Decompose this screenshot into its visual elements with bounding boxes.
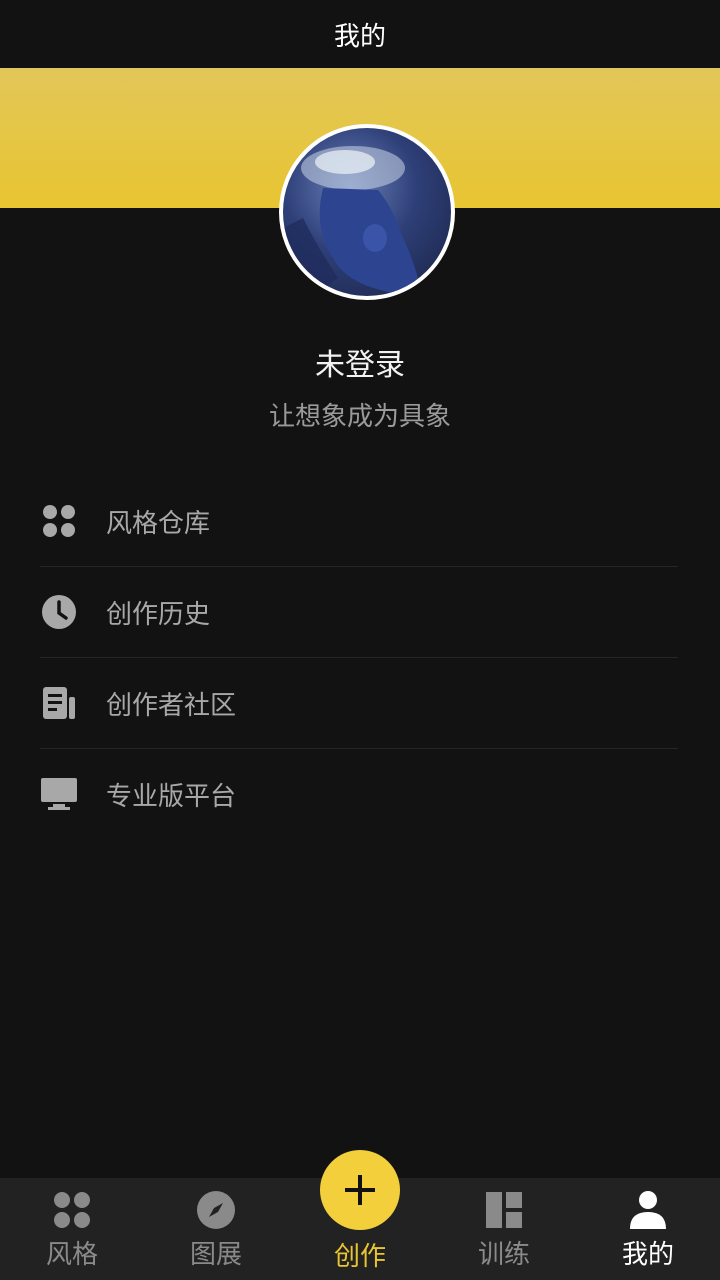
tab-label: 创作 bbox=[333, 1242, 386, 1272]
clock-icon bbox=[40, 593, 78, 631]
tab-label: 图展 bbox=[189, 1240, 242, 1270]
plus-icon bbox=[345, 1175, 375, 1205]
tab-label: 训练 bbox=[477, 1240, 530, 1270]
menu-item-label: 专业版平台 bbox=[106, 781, 237, 812]
grid-icon bbox=[53, 1188, 91, 1232]
menu-item-pro-platform[interactable]: 专业版平台 bbox=[40, 749, 678, 839]
menu-item-creation-history[interactable]: 创作历史 bbox=[40, 567, 678, 658]
menu-item-label: 创作者社区 bbox=[106, 690, 237, 721]
tab-label: 风格 bbox=[45, 1240, 98, 1270]
menu-item-label: 创作历史 bbox=[106, 599, 211, 630]
avatar[interactable] bbox=[279, 124, 455, 300]
menu-item-style-repository[interactable]: 风格仓库 bbox=[40, 476, 678, 567]
tab-create[interactable]: 创作 bbox=[288, 1150, 432, 1280]
tab-mine[interactable]: 我的 bbox=[576, 1178, 720, 1280]
profile-name[interactable]: 未登录 bbox=[0, 340, 720, 384]
tab-label: 我的 bbox=[621, 1240, 674, 1270]
tab-gallery[interactable]: 图展 bbox=[144, 1178, 288, 1280]
tab-style[interactable]: 风格 bbox=[0, 1178, 144, 1280]
profile-tagline: 让想象成为具象 bbox=[268, 402, 451, 432]
user-icon bbox=[629, 1188, 667, 1232]
menu-list: 风格仓库 创作历史 创作者社区 专业版平台 bbox=[40, 476, 678, 839]
top-bar: 我的 bbox=[0, 0, 720, 68]
layout-icon bbox=[485, 1188, 523, 1232]
monitor-icon bbox=[40, 775, 78, 813]
menu-item-creator-community[interactable]: 创作者社区 bbox=[40, 658, 678, 749]
create-button[interactable] bbox=[320, 1150, 400, 1230]
tab-training[interactable]: 训练 bbox=[432, 1178, 576, 1280]
grid-icon bbox=[40, 502, 78, 540]
menu-item-label: 风格仓库 bbox=[106, 508, 211, 539]
page-title: 我的 bbox=[333, 21, 386, 52]
bottom-tab-bar: 风格 图展 创作 训练 我的 bbox=[0, 1150, 720, 1280]
avatar-image bbox=[283, 146, 423, 296]
compass-icon bbox=[196, 1188, 236, 1232]
document-icon bbox=[40, 684, 78, 722]
